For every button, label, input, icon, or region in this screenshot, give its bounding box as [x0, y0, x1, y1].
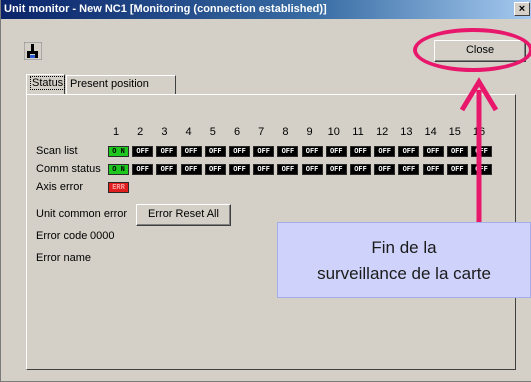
unit-number-6: 6 [233, 126, 241, 138]
unit-number-4: 4 [185, 126, 192, 138]
led-comm-status-6: OFF [229, 164, 250, 175]
tab-status[interactable]: Status [26, 74, 66, 94]
led-comm-status-2: OFF [132, 164, 154, 175]
led-comm-status-4: OFF [180, 164, 202, 175]
unit-number-10: 10 [327, 126, 340, 138]
annotation-arrow [459, 77, 499, 228]
led-scan-list-3: OFF [156, 146, 178, 157]
error-name-label: Error name [36, 252, 92, 264]
title-bar[interactable]: Unit monitor - New NC1 [Monitoring (conn… [1, 0, 531, 19]
error-reset-all-button[interactable]: Error Reset All [136, 204, 231, 226]
error-code-value: 0000 [90, 230, 115, 242]
led-comm-status-10: OFF [325, 164, 347, 175]
led-comm-status-3: OFF [156, 164, 178, 175]
unit-number-12: 12 [376, 126, 389, 138]
comm-status-label: Comm status [36, 163, 101, 175]
led-comm-status-7: OFF [253, 164, 275, 175]
led-scan-list-6: OFF [229, 146, 250, 157]
unit-number-1: 1 [112, 126, 120, 138]
unit-number-5: 5 [209, 126, 216, 138]
annotation-callout: Fin de la surveillance de la carte [277, 222, 531, 298]
led-comm-status-9: OFF [301, 164, 323, 175]
led-scan-list-12: OFF [374, 146, 396, 157]
led-scan-list-11: OFF [350, 146, 371, 157]
led-axis-error-1: ERR [108, 182, 129, 193]
unit-number-3: 3 [161, 126, 168, 138]
tab-status-label: Status [30, 76, 66, 90]
unit-common-error-label: Unit common error [36, 208, 128, 220]
led-comm-status-12: OFF [374, 164, 396, 175]
scan-list-label: Scan list [36, 145, 78, 157]
led-comm-status-13: OFF [398, 164, 420, 175]
tab-present-position[interactable]: Present position [66, 75, 176, 94]
close-highlight-ellipse [413, 28, 531, 72]
unit-number-9: 9 [306, 126, 313, 138]
led-scan-list-4: OFF [180, 146, 202, 157]
unit-number-14: 14 [424, 126, 437, 138]
led-scan-list-8: OFF [277, 146, 299, 157]
led-comm-status-11: OFF [350, 164, 371, 175]
led-comm-status-5: OFF [204, 164, 226, 175]
error-code-label: Error code [36, 230, 88, 242]
led-scan-list-1: O N [108, 146, 129, 157]
led-comm-status-1: O N [108, 164, 129, 175]
callout-line-2: surveillance de la carte [317, 264, 491, 283]
led-comm-status-8: OFF [277, 164, 299, 175]
unit-number-7: 7 [258, 126, 265, 138]
led-scan-list-13: OFF [398, 146, 420, 157]
axis-error-label: Axis error [36, 181, 84, 193]
led-scan-list-10: OFF [325, 146, 347, 157]
window-close-icon[interactable]: × [514, 2, 530, 16]
unit-number-13: 13 [400, 126, 413, 138]
unit-tool-icon[interactable] [24, 42, 42, 60]
led-scan-list-5: OFF [204, 146, 226, 157]
unit-number-8: 8 [282, 126, 289, 138]
unit-number-11: 11 [352, 126, 364, 138]
window-title: Unit monitor - New NC1 [Monitoring (conn… [4, 3, 327, 15]
led-scan-list-2: OFF [132, 146, 154, 157]
led-scan-list-7: OFF [253, 146, 275, 157]
callout-line-1: Fin de la [371, 238, 437, 257]
led-scan-list-9: OFF [301, 146, 323, 157]
unit-number-2: 2 [137, 126, 144, 138]
